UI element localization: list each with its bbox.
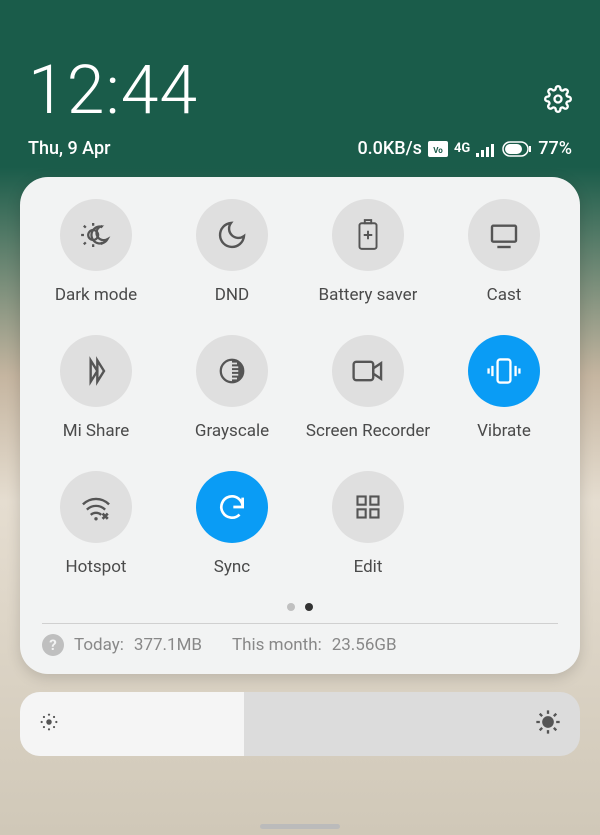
tile-hotspot[interactable]: Hotspot bbox=[28, 471, 164, 577]
svg-text:Vo: Vo bbox=[433, 146, 443, 155]
tile-battery-saver[interactable]: Battery saver bbox=[300, 199, 436, 305]
grayscale-icon bbox=[217, 356, 247, 386]
tile-label: Dark mode bbox=[55, 285, 137, 305]
tile-mi-share[interactable]: Mi Share bbox=[28, 335, 164, 441]
tile-label: Screen Recorder bbox=[306, 421, 430, 441]
cast-icon bbox=[488, 219, 520, 251]
tile-edit[interactable]: Edit bbox=[300, 471, 436, 577]
sync-icon bbox=[216, 491, 248, 523]
battery-pct: 77% bbox=[538, 138, 572, 159]
vibrate-icon bbox=[486, 355, 522, 387]
tile-screen-recorder[interactable]: Screen Recorder bbox=[300, 335, 436, 441]
tile-label: DND bbox=[215, 285, 249, 305]
brightness-slider[interactable] bbox=[20, 692, 580, 756]
tile-vibrate[interactable]: Vibrate bbox=[436, 335, 572, 441]
month-label: This month: bbox=[232, 635, 322, 655]
tile-label: Hotspot bbox=[66, 557, 127, 577]
battery-icon bbox=[502, 141, 532, 157]
page-dot bbox=[287, 603, 295, 611]
status-bar: 0.0KB/s Vo 4G 77% bbox=[357, 138, 572, 159]
mi-share-icon bbox=[80, 355, 112, 387]
tile-dnd[interactable]: DND bbox=[164, 199, 300, 305]
tile-cast[interactable]: Cast bbox=[436, 199, 572, 305]
tile-label: Vibrate bbox=[477, 421, 531, 441]
volte-icon: Vo bbox=[428, 141, 448, 157]
edit-grid-icon bbox=[354, 493, 382, 521]
today-value: 377.1MB bbox=[134, 635, 202, 655]
nav-gesture-hint bbox=[260, 824, 340, 829]
battery-saver-icon bbox=[355, 219, 381, 251]
divider bbox=[42, 623, 558, 624]
help-icon: ? bbox=[42, 634, 64, 656]
tile-label: Grayscale bbox=[195, 421, 269, 441]
date-text: Thu, 9 Apr bbox=[28, 138, 110, 159]
brightness-low-icon bbox=[38, 711, 60, 737]
quick-settings-panel: Dark mode DND Battery saver Cast Mi Shar… bbox=[20, 177, 580, 674]
settings-gear-icon[interactable] bbox=[544, 85, 572, 117]
clock-time: 12:44 bbox=[28, 50, 572, 130]
network-type: 4G bbox=[454, 141, 470, 156]
page-dot-active bbox=[305, 603, 313, 611]
tile-label: Edit bbox=[354, 557, 383, 577]
tile-dark-mode[interactable]: Dark mode bbox=[28, 199, 164, 305]
tile-grayscale[interactable]: Grayscale bbox=[164, 335, 300, 441]
today-label: Today: bbox=[74, 635, 124, 655]
tile-sync[interactable]: Sync bbox=[164, 471, 300, 577]
signal-icon bbox=[476, 141, 496, 157]
data-usage-row[interactable]: ? Today: 377.1MB This month: 23.56GB bbox=[28, 634, 572, 660]
screen-recorder-icon bbox=[351, 357, 385, 385]
hotspot-icon bbox=[79, 492, 113, 522]
page-indicator bbox=[28, 603, 572, 611]
tile-label: Sync bbox=[214, 557, 250, 577]
month-value: 23.56GB bbox=[332, 635, 397, 655]
net-speed: 0.0KB/s bbox=[357, 138, 422, 159]
tile-label: Mi Share bbox=[63, 421, 130, 441]
tile-label: Cast bbox=[487, 285, 522, 305]
tile-label: Battery saver bbox=[319, 285, 418, 305]
dnd-icon bbox=[216, 219, 248, 251]
dark-mode-icon bbox=[79, 218, 113, 252]
brightness-high-icon bbox=[534, 708, 562, 740]
